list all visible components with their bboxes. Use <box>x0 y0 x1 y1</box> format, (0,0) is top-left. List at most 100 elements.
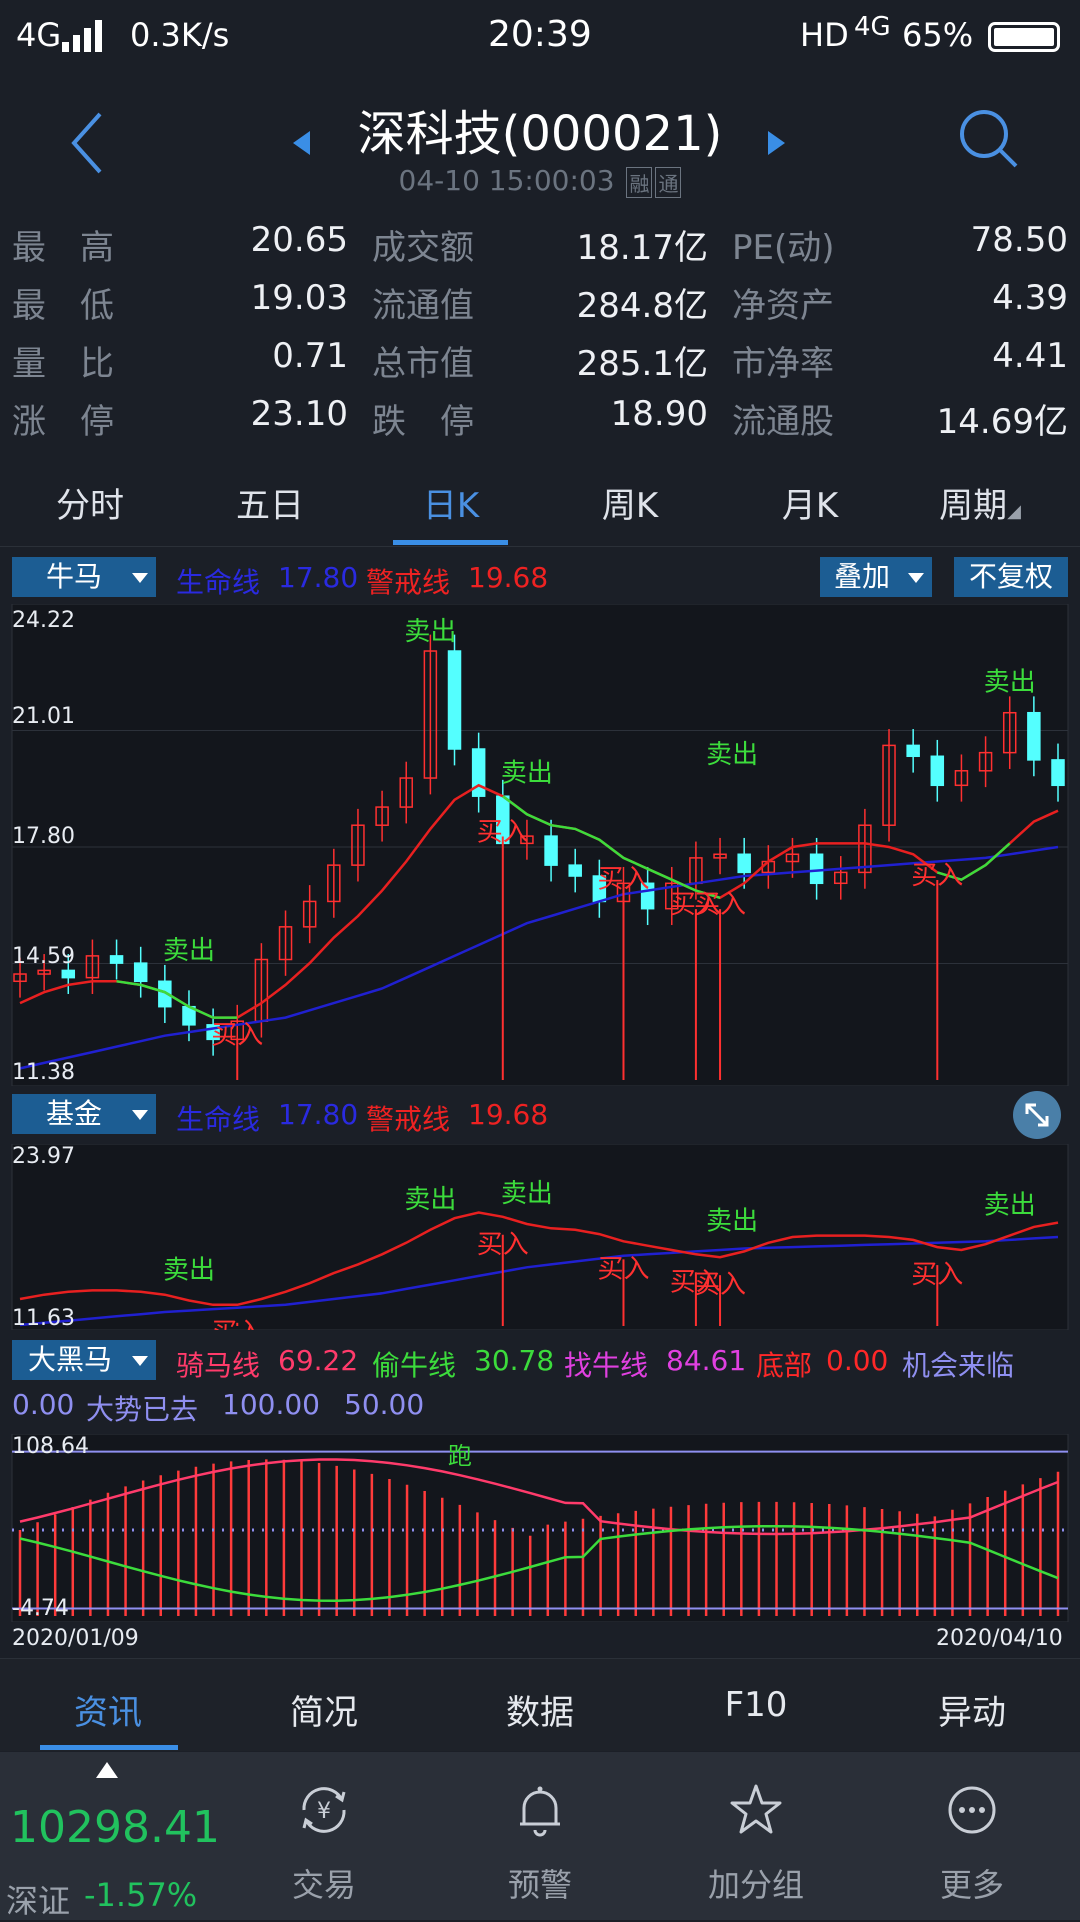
chart-frame <box>11 1434 1069 1622</box>
battery-percent: 65% <box>902 16 974 54</box>
sub-indicator-name: 基金 <box>46 1097 103 1130</box>
nav-more[interactable]: 更多 <box>872 1752 1072 1920</box>
bottom-nav: 10298.41 深证 -1.57% ¥ 交易 预警 加分组 更多 <box>0 1752 1080 1920</box>
chevron-down-icon <box>132 573 148 583</box>
tab-f10[interactable]: F10 <box>666 1685 846 1725</box>
period-tabs: 分时 五日 日K 周K 月K 周期◢ <box>0 452 1080 547</box>
expand-icon[interactable] <box>1012 1090 1062 1140</box>
third-indicator-select[interactable]: 大黑马 <box>12 1340 156 1380</box>
buy-signal: 买入 <box>694 1270 746 1300</box>
stock-header: 深科技(000021) 04-10 15:00:03 融通 <box>0 72 1080 210</box>
warn-line-label: 警戒线 <box>366 566 451 599</box>
trend-gone-value: 100.00 <box>222 1388 320 1421</box>
x-tick-start: 2020/01/09 <box>12 1626 139 1651</box>
candle-body <box>906 744 920 758</box>
tab-period-label: 周期 <box>939 486 1008 526</box>
quote-row: 量 比 0.71 总市值 285.1亿 市净率 4.41 <box>0 336 1080 394</box>
next-stock-icon[interactable] <box>764 128 788 158</box>
index-widget[interactable]: 10298.41 深证 -1.57% <box>0 1752 220 1920</box>
sell-signal: 卖出 <box>404 617 456 647</box>
yen-exchange-icon: ¥ <box>302 1787 346 1833</box>
sell-signal: 卖出 <box>501 758 553 788</box>
life-line-label: 生命线 <box>176 566 261 599</box>
y-tick: 14.59 <box>12 944 75 969</box>
quote-label: 流通值 <box>372 286 474 326</box>
quote-datetime: 04-10 15:00:03 融通 <box>0 164 1080 198</box>
sub-indicator-select[interactable]: 基金 <box>12 1094 156 1134</box>
quote-label: 市净率 <box>732 344 834 384</box>
chevron-down-icon <box>132 1110 148 1120</box>
y-tick-max: 108.64 <box>12 1434 89 1459</box>
tab-monthly-k[interactable]: 月K <box>735 478 885 527</box>
overlay-button[interactable]: 叠加 <box>820 557 932 597</box>
quote-panel: 最 高 20.65 成交额 18.17亿 PE(动) 78.50 最 低 19.… <box>0 212 1080 448</box>
dropdown-corner-icon: ◢ <box>1007 501 1021 522</box>
quote-value: 284.8亿 <box>576 286 708 326</box>
quote-label: 涨 停 <box>12 402 114 442</box>
quote-label: 成交额 <box>372 228 474 268</box>
quote-label: 流通股 <box>732 402 834 442</box>
tab-overview[interactable]: 简况 <box>234 1685 414 1734</box>
quote-label: 跌 停 <box>372 402 474 442</box>
tab-data[interactable]: 数据 <box>450 1685 630 1734</box>
sell-signal: 卖出 <box>163 1255 215 1285</box>
tab-period[interactable]: 周期◢ <box>905 478 1055 527</box>
warn-line-value: 19.68 <box>468 1098 549 1131</box>
y-tick: 17.80 <box>12 824 75 849</box>
y-tick-max: 24.22 <box>12 608 75 633</box>
sell-signal: 卖出 <box>163 936 215 966</box>
fund-chart[interactable]: 卖出买入卖出买入卖出买入买入买入卖出买入卖出 <box>0 1144 1080 1330</box>
search-icon[interactable] <box>956 106 1022 172</box>
tab-five-day[interactable]: 五日 <box>195 478 345 527</box>
quote-row: 最 低 19.03 流通值 284.8亿 净资产 4.39 <box>0 278 1080 336</box>
buy-signal: 买入 <box>477 1230 529 1260</box>
tab-weekly-k[interactable]: 周K <box>555 478 705 527</box>
nav-trade[interactable]: ¥ 交易 <box>224 1752 424 1920</box>
tab-intraday[interactable]: 分时 <box>15 478 165 527</box>
quote-label: 最 高 <box>12 228 114 268</box>
chart-frame <box>11 1144 1069 1330</box>
life-line-value: 17.80 <box>278 561 359 594</box>
candle-body <box>737 853 751 874</box>
quote-label: 最 低 <box>12 286 114 326</box>
ride-line-value: 69.22 <box>278 1344 359 1377</box>
nav-alert[interactable]: 预警 <box>440 1752 640 1920</box>
ride-line-label: 骑马线 <box>176 1349 261 1382</box>
adjust-button[interactable]: 不复权 <box>954 557 1068 597</box>
trend-gone-label: 大势已去 <box>86 1393 199 1426</box>
steal-line-label: 偷牛线 <box>372 1349 457 1382</box>
life-line-label: 生命线 <box>176 1103 261 1136</box>
y-tick-min: -4.74 <box>12 1596 69 1621</box>
buy-signal: 买入 <box>911 1260 963 1290</box>
quote-value: 4.41 <box>992 336 1068 376</box>
quote-value: 20.65 <box>250 220 348 260</box>
sell-signal: 卖出 <box>984 1191 1036 1221</box>
up-arrow-icon <box>96 1762 118 1778</box>
nav-add-group[interactable]: 加分组 <box>656 1752 856 1920</box>
dark-horse-chart[interactable]: 跑 <box>0 1434 1080 1622</box>
quote-value: 4.39 <box>992 278 1068 318</box>
kline-chart[interactable]: 卖出买入卖出买入卖出买入买入买入卖出买入卖出 <box>0 604 1080 1086</box>
buy-signal: 买入 <box>597 865 649 895</box>
datetime-text: 04-10 15:00:03 <box>398 164 615 197</box>
network-speed: 0.3K/s <box>130 16 230 54</box>
candle-body <box>809 853 824 885</box>
quote-row: 最 高 20.65 成交额 18.17亿 PE(动) 78.50 <box>0 220 1080 278</box>
sell-signal: 卖出 <box>501 1179 553 1209</box>
tab-daily-k[interactable]: 日K <box>376 478 526 527</box>
tab-abnormal[interactable]: 异动 <box>882 1685 1062 1734</box>
third-indicator-name: 大黑马 <box>28 1343 113 1376</box>
chance-value: 0.00 <box>12 1388 75 1421</box>
y-tick-min: 11.38 <box>12 1060 75 1085</box>
find-line-value: 84.61 <box>666 1344 747 1377</box>
buy-signal: 买入 <box>694 890 746 920</box>
overlay-label: 叠加 <box>834 560 891 593</box>
main-indicator-select[interactable]: 牛马 <box>12 557 156 597</box>
warn-line-label: 警戒线 <box>366 1103 451 1136</box>
chevron-down-icon <box>132 1356 148 1366</box>
main-indicator-bar: 牛马 生命线 17.80 警戒线 19.68 叠加 不复权 <box>0 557 1080 599</box>
quote-row: 涨 停 23.10 跌 停 18.90 流通股 14.69亿 <box>0 394 1080 452</box>
tab-news[interactable]: 资讯 <box>18 1685 198 1734</box>
sell-signal: 卖出 <box>706 1206 758 1236</box>
active-tab-indicator <box>393 540 508 545</box>
